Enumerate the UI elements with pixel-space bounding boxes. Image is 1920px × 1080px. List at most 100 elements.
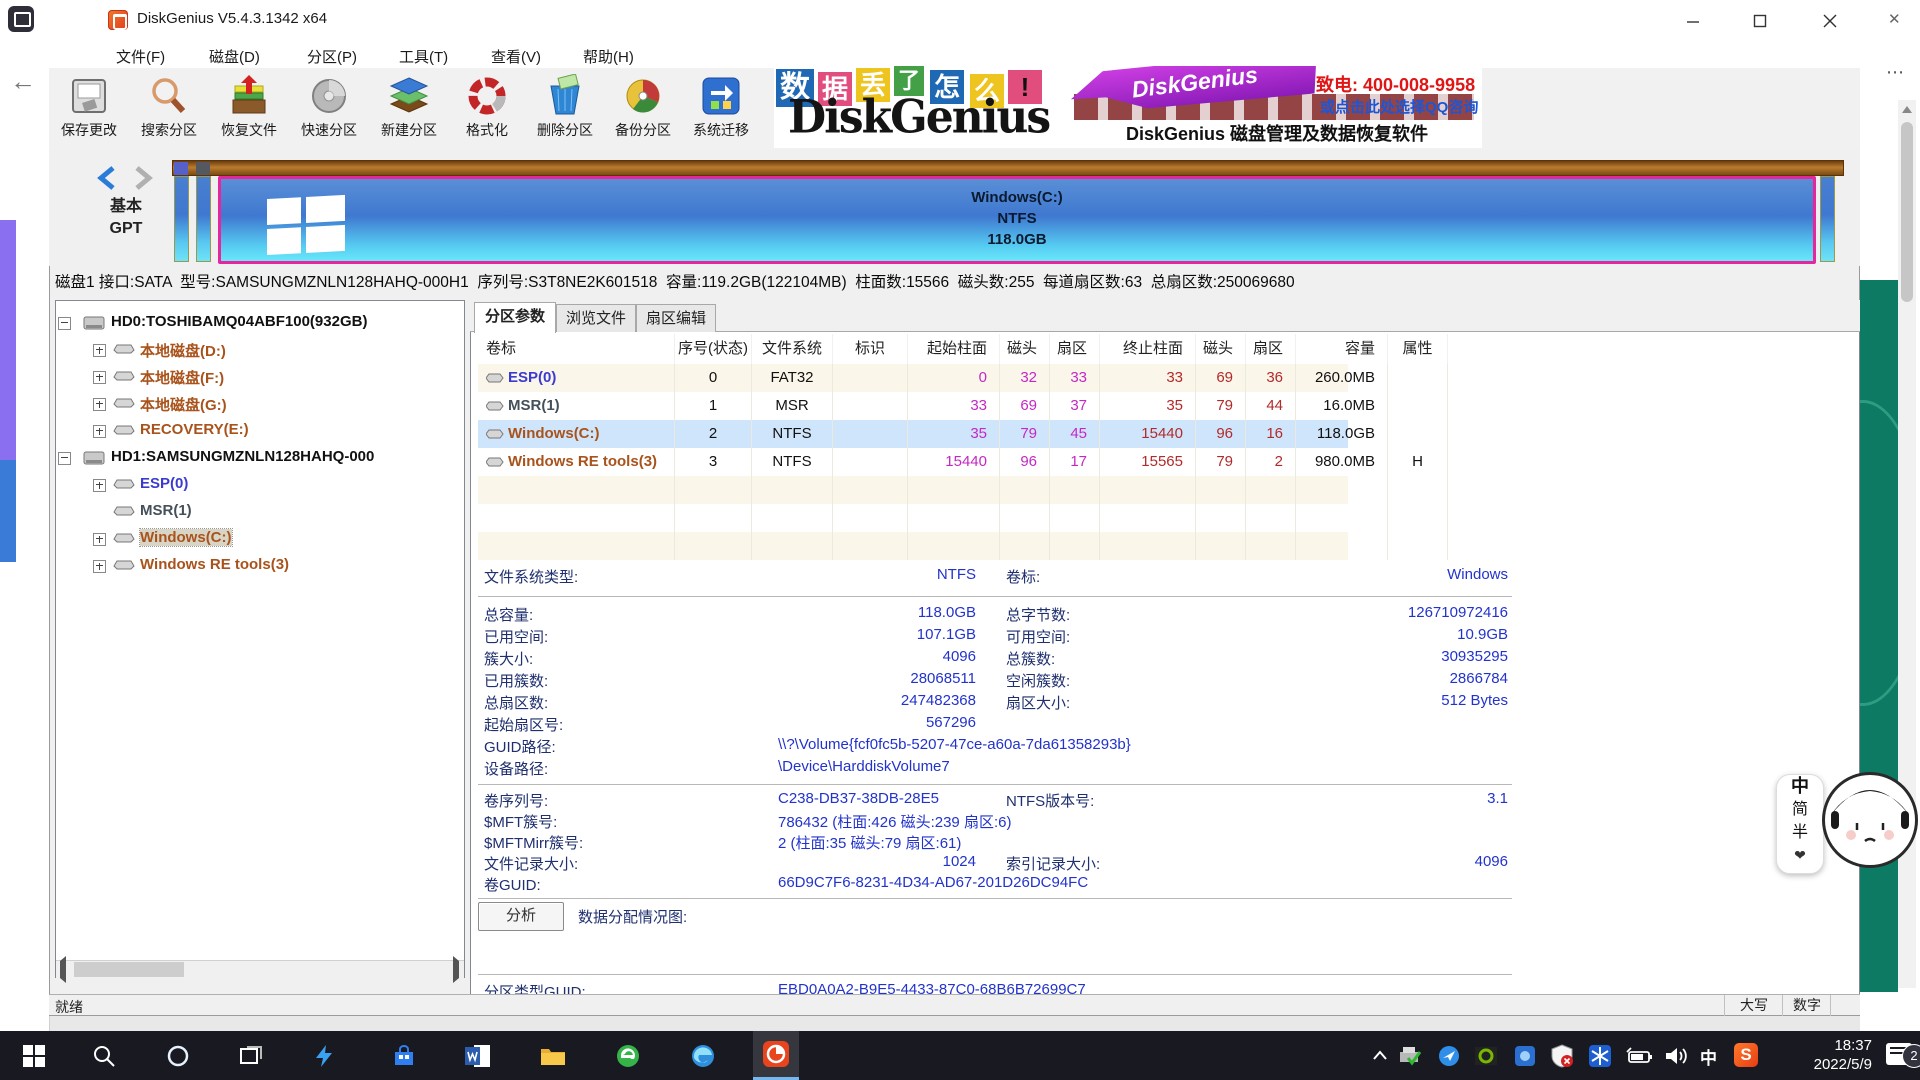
- toolbar-search-partition[interactable]: 搜索分区: [130, 72, 208, 148]
- col-filesystem[interactable]: 文件系统: [752, 334, 833, 364]
- col-start-sector[interactable]: 扇区: [1050, 334, 1100, 364]
- tree-item-disk-f[interactable]: 本地磁盘(F:): [55, 364, 463, 391]
- col-capacity[interactable]: 容量: [1296, 334, 1388, 364]
- table-row-msr[interactable]: MSR(1) 1 MSR 33 69 37 35 79 44 16.0MB: [478, 392, 1348, 420]
- col-flag[interactable]: 标识: [833, 334, 908, 364]
- expand-icon[interactable]: [93, 533, 106, 546]
- word-button[interactable]: [455, 1031, 501, 1080]
- collapse-icon[interactable]: [58, 317, 71, 330]
- app-pinned-1[interactable]: [301, 1031, 347, 1080]
- expand-icon[interactable]: [93, 398, 106, 411]
- tab-browse-files[interactable]: 浏览文件: [556, 304, 636, 332]
- expand-icon[interactable]: [93, 560, 106, 573]
- table-row-windows-re[interactable]: Windows RE tools(3) 3 NTFS 15440 96 17 1…: [478, 448, 1348, 476]
- toolbar-new-partition[interactable]: 新建分区: [370, 72, 448, 148]
- heart-icon[interactable]: ❤: [1777, 844, 1823, 867]
- expand-icon[interactable]: [93, 371, 106, 384]
- ime-lang-mode[interactable]: 中: [1777, 775, 1823, 798]
- tray-nvidia-icon[interactable]: [1474, 1044, 1498, 1068]
- banner-qq-link[interactable]: 或点击此处选择QQ咨询: [1320, 96, 1478, 117]
- toolbar-recover-files[interactable]: 恢复文件: [210, 72, 288, 148]
- tree-item-hd0[interactable]: HD0:TOSHIBAMQ04ABF100(932GB): [55, 310, 463, 337]
- toolbar-format[interactable]: 格式化: [448, 72, 526, 148]
- start-button[interactable]: [11, 1031, 57, 1080]
- green-browser-button[interactable]: [605, 1031, 651, 1080]
- microsoft-store-button[interactable]: [381, 1031, 427, 1080]
- tree-item-hd1[interactable]: HD1:SAMSUNGMZNLN128HAHQ-000: [55, 445, 463, 472]
- tray-security-shield-icon[interactable]: [1550, 1044, 1574, 1068]
- windows-c-partition-block[interactable]: Windows(C:) NTFS 118.0GB: [218, 176, 1816, 264]
- ime-floating-widget[interactable]: 中 简 半 ❤: [1776, 772, 1920, 874]
- toolbar-system-migrate[interactable]: 系统迁移: [682, 72, 760, 148]
- menu-tools[interactable]: 工具(T): [393, 44, 454, 69]
- col-attributes[interactable]: 属性: [1388, 334, 1448, 364]
- scrollbar-thumb[interactable]: [1901, 122, 1913, 302]
- tree-item-windows-re[interactable]: Windows RE tools(3): [55, 553, 463, 580]
- cortana-button[interactable]: [155, 1031, 201, 1080]
- tab-partition-params[interactable]: 分区参数: [474, 302, 556, 333]
- col-end-sector[interactable]: 扇区: [1246, 334, 1296, 364]
- close-button[interactable]: [1801, 0, 1857, 40]
- menu-partition[interactable]: 分区(P): [301, 44, 363, 69]
- edge-button[interactable]: [680, 1031, 726, 1080]
- sogou-tray-icon[interactable]: S: [1734, 1043, 1758, 1067]
- esp-partition-block[interactable]: [174, 176, 189, 262]
- scrollbar-thumb[interactable]: [74, 962, 184, 977]
- menu-view[interactable]: 查看(V): [485, 44, 547, 69]
- tree-item-disk-d[interactable]: 本地磁盘(D:): [55, 337, 463, 364]
- tree-item-disk-g[interactable]: 本地磁盘(G:): [55, 391, 463, 418]
- expand-icon[interactable]: [93, 479, 106, 492]
- tray-printer-check-icon[interactable]: [1398, 1044, 1422, 1068]
- toolbar-quick-partition[interactable]: 快速分区: [290, 72, 368, 148]
- scroll-left-button[interactable]: [56, 961, 73, 978]
- ime-width-mode[interactable]: 半: [1777, 821, 1823, 844]
- maximize-button[interactable]: [1731, 0, 1787, 40]
- chevron-left-icon[interactable]: [95, 166, 121, 190]
- taskbar-search-button[interactable]: [81, 1031, 127, 1080]
- col-volume-label[interactable]: 卷标: [478, 334, 675, 364]
- scroll-up-icon[interactable]: [1902, 106, 1912, 113]
- file-explorer-button[interactable]: [530, 1031, 576, 1080]
- col-start-head[interactable]: 磁头: [1000, 334, 1050, 364]
- tray-snowflake-icon[interactable]: [1588, 1044, 1612, 1068]
- tray-battery-icon[interactable]: [1626, 1044, 1650, 1068]
- ime-skin-avatar[interactable]: [1822, 772, 1918, 868]
- collapse-icon[interactable]: [58, 452, 71, 465]
- tree-item-esp[interactable]: ESP(0): [55, 472, 463, 499]
- expand-icon[interactable]: [93, 344, 106, 357]
- toolbar-delete-partition[interactable]: 删除分区: [526, 72, 604, 148]
- task-view-button[interactable]: [228, 1031, 274, 1080]
- diskgenius-taskbar-button[interactable]: [753, 1031, 799, 1080]
- table-row-windows-c[interactable]: Windows(C:) 2 NTFS 35 79 45 15440 96 16 …: [478, 420, 1348, 448]
- col-end-head[interactable]: 磁头: [1196, 334, 1246, 364]
- ime-mode-pill[interactable]: 中 简 半 ❤: [1776, 774, 1824, 874]
- scroll-right-button[interactable]: [447, 961, 464, 978]
- ime-indicator[interactable]: 中: [1700, 1044, 1717, 1069]
- tree-horizontal-scrollbar[interactable]: [56, 960, 464, 978]
- expand-icon[interactable]: [93, 425, 106, 438]
- tray-bird-icon[interactable]: [1437, 1044, 1461, 1068]
- minimize-button[interactable]: [1664, 0, 1720, 40]
- ad-banner[interactable]: 数 据 丢 了 怎 么 ! DiskGenius DiskGenius 致电: …: [774, 66, 1482, 148]
- toolbar-save-changes[interactable]: 保存更改: [50, 72, 128, 148]
- col-end-cylinder[interactable]: 终止柱面: [1100, 334, 1196, 364]
- back-arrow-icon[interactable]: ←: [10, 66, 36, 97]
- background-close-icon[interactable]: ✕: [1888, 10, 1901, 28]
- tab-sector-edit[interactable]: 扇区编辑: [636, 304, 716, 332]
- toolbar-backup-partition[interactable]: 备份分区: [604, 72, 682, 148]
- msr-partition-block[interactable]: [196, 176, 211, 262]
- menu-file[interactable]: 文件(F): [110, 44, 171, 69]
- winre-partition-block[interactable]: [1820, 176, 1835, 262]
- tree-item-msr[interactable]: MSR(1): [55, 499, 463, 526]
- table-row-esp[interactable]: ESP(0) 0 FAT32 0 32 33 33 69 36 260.0MB: [478, 364, 1348, 392]
- ime-simplified-mode[interactable]: 简: [1777, 798, 1823, 821]
- more-options-icon[interactable]: ⋯: [1886, 62, 1905, 83]
- tree-item-windows-c[interactable]: Windows(C:): [55, 526, 463, 553]
- chevron-right-icon[interactable]: [129, 166, 155, 190]
- col-index-status[interactable]: 序号(状态): [675, 334, 752, 364]
- menu-disk[interactable]: 磁盘(D): [203, 44, 266, 69]
- tray-chevron-up-icon[interactable]: [1368, 1044, 1392, 1068]
- taskbar-clock[interactable]: 18:37 2022/5/9: [1768, 1036, 1872, 1074]
- tray-volume-icon[interactable]: [1664, 1044, 1688, 1068]
- menu-help[interactable]: 帮助(H): [577, 44, 640, 69]
